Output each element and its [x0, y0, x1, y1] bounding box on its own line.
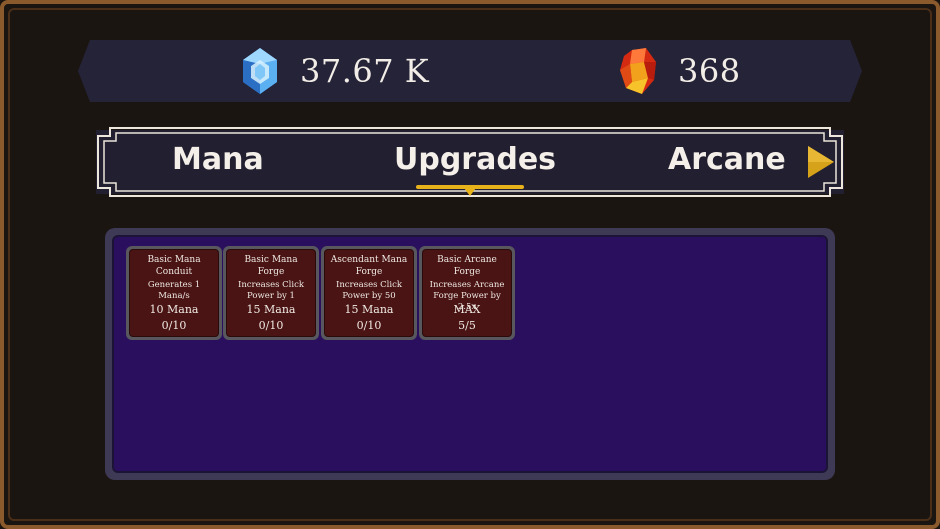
- card-description: Increases Click Power by 1: [237, 280, 305, 301]
- card-cost: MAX: [453, 303, 481, 316]
- upgrade-card-basic-mana-forge[interactable]: Basic Mana Forge Increases Click Power b…: [223, 246, 319, 340]
- card-body: Basic Mana Forge Increases Click Power b…: [226, 249, 316, 337]
- upgrade-card-ascendant-mana-forge[interactable]: Ascendant Mana Forge Increases Click Pow…: [321, 246, 417, 340]
- card-title: Basic Mana Forge: [244, 255, 298, 277]
- card-title: Ascendant Mana Forge: [330, 255, 408, 277]
- card-cost: 15 Mana: [344, 303, 394, 316]
- resource-bar: [78, 40, 862, 102]
- card-title: Basic Arcane Forge: [437, 255, 497, 277]
- upgrade-card-basic-mana-conduit[interactable]: Basic Mana Conduit Generates 1 Mana/s 10…: [126, 246, 222, 340]
- card-cost: 15 Mana: [246, 303, 296, 316]
- upgrade-card-basic-arcane-forge[interactable]: Basic Arcane Forge Increases Arcane Forg…: [419, 246, 515, 340]
- card-level-count: 5/5: [458, 319, 476, 332]
- tab-arcane[interactable]: Arcane: [668, 140, 786, 180]
- ruby-resource: 368: [618, 40, 741, 102]
- card-level-count: 0/10: [356, 319, 382, 332]
- blue-crystal-icon: [243, 48, 277, 94]
- play-arrow-icon[interactable]: [806, 144, 836, 180]
- mana-value: 37.67 K: [300, 52, 430, 90]
- card-body: Ascendant Mana Forge Increases Click Pow…: [324, 249, 414, 337]
- mana-resource: 37.67 K: [240, 40, 429, 102]
- active-tab-underline: [416, 185, 524, 196]
- card-description: Increases Click Power by 50: [335, 280, 403, 301]
- card-level-count: 0/10: [161, 319, 187, 332]
- ruby-value: 368: [678, 52, 741, 90]
- tab-mana[interactable]: Mana: [172, 140, 264, 180]
- card-description: Increases Arcane Forge Power by 2.5x: [429, 280, 505, 312]
- card-level-count: 0/10: [258, 319, 284, 332]
- card-cost: 10 Mana: [149, 303, 199, 316]
- card-description: Generates 1 Mana/s: [147, 280, 201, 301]
- red-gem-icon: [620, 48, 656, 94]
- card-body: Basic Mana Conduit Generates 1 Mana/s 10…: [129, 249, 219, 337]
- tab-upgrades[interactable]: Upgrades: [394, 140, 556, 180]
- tab-bar: Mana Upgrades Arcane: [96, 126, 844, 198]
- card-title: Basic Mana Conduit: [147, 255, 201, 277]
- card-body: Basic Arcane Forge Increases Arcane Forg…: [422, 249, 512, 337]
